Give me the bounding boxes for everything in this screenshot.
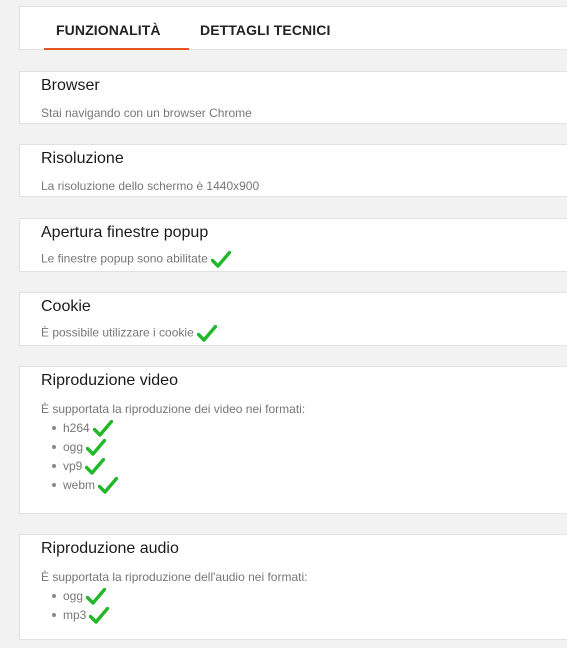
format-label: ogg <box>63 440 84 454</box>
tab-funzionalita[interactable]: FUNZIONALITÀ <box>56 7 161 51</box>
list-item: h264 <box>52 419 118 438</box>
format-label: h264 <box>63 421 90 435</box>
tab-bar: FUNZIONALITÀ DETTAGLI TECNICI <box>19 6 567 50</box>
cookie-status-row: È possibile utilizzare i cookie <box>41 325 217 342</box>
browser-desc: Stai navigando con un browser Chrome <box>41 106 252 120</box>
check-icon <box>89 607 110 625</box>
check-icon <box>86 588 107 606</box>
format-label: mp3 <box>63 608 87 622</box>
audio-desc: È supportata la riproduzione dell'audio … <box>41 570 308 584</box>
active-tab-indicator <box>44 48 189 50</box>
cookie-title: Cookie <box>41 298 91 315</box>
resolution-card: Risoluzione La risoluzione dello schermo… <box>19 144 567 197</box>
audio-card: Riproduzione audio È supportata la ripro… <box>19 534 567 640</box>
popup-status-row: Le finestre popup sono abilitate <box>41 251 231 268</box>
browser-card: Browser Stai navigando con un browser Ch… <box>19 71 567 124</box>
check-icon <box>92 420 113 438</box>
popup-card: Apertura finestre popup Le finestre popu… <box>19 218 567 272</box>
audio-title: Riproduzione audio <box>41 540 179 557</box>
video-format-list: h264 ogg vp9 webm <box>52 419 119 495</box>
check-icon <box>196 325 217 342</box>
list-item: mp3 <box>52 606 110 625</box>
list-item: ogg <box>52 438 118 457</box>
popup-title: Apertura finestre popup <box>41 224 209 241</box>
audio-format-list: ogg mp3 <box>52 587 110 625</box>
page: FUNZIONALITÀ DETTAGLI TECNICI Browser St… <box>0 0 567 648</box>
cookie-card: Cookie È possibile utilizzare i cookie <box>19 292 567 346</box>
list-item: ogg <box>52 587 109 606</box>
popup-desc: Le finestre popup sono abilitate <box>41 251 208 266</box>
cookie-desc: È possibile utilizzare i cookie <box>41 325 194 340</box>
format-label: vp9 <box>63 459 83 473</box>
resolution-title: Risoluzione <box>41 150 124 167</box>
list-item: vp9 <box>52 457 118 476</box>
check-icon <box>98 477 119 495</box>
video-title: Riproduzione video <box>41 372 178 389</box>
format-label: ogg <box>63 589 84 603</box>
tab-dettagli-tecnici[interactable]: DETTAGLI TECNICI <box>200 7 330 51</box>
browser-title: Browser <box>41 77 100 94</box>
check-icon <box>210 251 231 268</box>
video-card: Riproduzione video È supportata la ripro… <box>19 366 567 514</box>
video-desc: È supportata la riproduzione dei video n… <box>41 402 306 416</box>
list-item: webm <box>52 476 119 495</box>
check-icon <box>86 439 107 457</box>
resolution-desc: La risoluzione dello schermo è 1440x900 <box>41 179 260 193</box>
format-label: webm <box>63 478 96 492</box>
check-icon <box>85 458 106 476</box>
